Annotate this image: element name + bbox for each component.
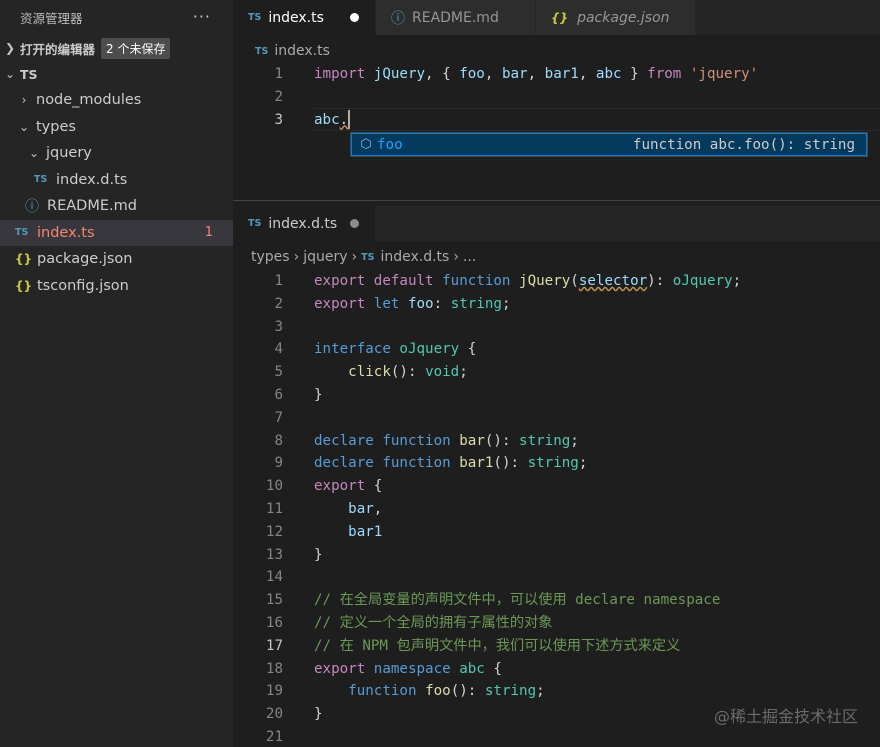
line-number: 2 [274, 295, 283, 312]
chevron-down-icon: ⌄ [28, 146, 40, 161]
text-cursor [348, 110, 351, 130]
typescript-file-icon: TS [361, 251, 375, 263]
tree-item-types[interactable]: ⌄ types [0, 114, 233, 141]
breadcrumb-item[interactable]: jquery [303, 249, 347, 265]
suggestion-label: foo [377, 136, 403, 153]
typescript-file-icon: TS [34, 174, 48, 186]
code-editor-top[interactable]: 1 import jQuery, { foo, bar, bar1, abc } … [233, 63, 880, 131]
line-number: 3 [274, 318, 283, 335]
editor-group-divider[interactable] [233, 200, 880, 201]
error-count-badge: 1 [204, 225, 213, 241]
line-number: 20 [265, 706, 283, 723]
tree-item-jquery[interactable]: ⌄ jquery [0, 140, 233, 167]
open-editors-label: 打开的编辑器 [20, 41, 96, 57]
breadcrumb: types › jquery › TS index.d.ts › ... [233, 246, 880, 268]
json-file-icon: {} [15, 278, 33, 293]
line-number: 18 [265, 660, 283, 677]
tab-label: index.ts [268, 9, 324, 26]
tree-item-label: index.ts [37, 224, 95, 241]
line-number: 21 [265, 728, 283, 745]
chevron-right-icon: › [293, 249, 300, 265]
tree-item-label: types [36, 118, 76, 135]
typescript-file-icon: TS [248, 218, 262, 229]
line-number: 17 [265, 637, 283, 654]
tree-item-label: package.json [37, 251, 133, 268]
info-file-icon: ⓘ [391, 10, 405, 27]
tree-item-package-json[interactable]: {} package.json [0, 246, 233, 273]
line-number: 4 [274, 341, 283, 358]
line-number: 6 [274, 386, 283, 403]
unsaved-dot-icon[interactable] [350, 13, 359, 22]
chevron-right-icon: › [351, 249, 358, 265]
tab-index-ts[interactable]: TS index.ts [233, 0, 376, 35]
chevron-right-icon: ❯ [4, 41, 16, 55]
tree-item-label: README.md [47, 198, 137, 215]
line-number: 8 [274, 432, 283, 449]
line-number: 3 [274, 111, 283, 128]
json-file-icon: {} [551, 10, 569, 25]
bottom-tab-bar: TS index.d.ts [233, 206, 880, 241]
typescript-file-icon: TS [255, 45, 269, 57]
tree-item-label: tsconfig.json [37, 277, 129, 294]
suggest-widget: ⬡ foo function abc.foo(): string [350, 132, 868, 157]
line-number: 14 [265, 569, 283, 586]
chevron-down-icon: ⌄ [4, 67, 16, 81]
cube-icon: ⬡ [360, 137, 372, 152]
breadcrumb-file[interactable]: index.ts [274, 43, 330, 59]
tree-item-node-modules[interactable]: › node_modules [0, 87, 233, 114]
line-number: 19 [265, 683, 283, 700]
root-folder-label: TS [20, 66, 38, 82]
tree-item-label: index.d.ts [56, 171, 128, 188]
line-number: 9 [274, 455, 283, 472]
unsaved-dot-icon[interactable] [350, 219, 359, 228]
explorer-sidebar: 资源管理器 ··· ❯ 打开的编辑器 2 个未保存 ⌄ TS › node_mo… [0, 0, 233, 747]
chevron-right-icon: › [21, 93, 27, 108]
line-number: 15 [265, 592, 283, 609]
tree-item-label: jquery [46, 145, 92, 162]
suggestion-detail: function abc.foo(): string [632, 136, 855, 153]
line-number: 11 [265, 500, 283, 517]
breadcrumb-item[interactable]: types [251, 249, 290, 265]
line-number: 16 [265, 614, 283, 631]
top-tab-bar: TS index.ts ⓘ README.md {} package.json [233, 0, 880, 35]
code-editor-bottom[interactable]: 1 export default function jQuery(selector… [233, 270, 880, 747]
line-number: 1 [274, 66, 283, 82]
breadcrumb-more[interactable]: ... [463, 249, 476, 265]
tab-label: index.d.ts [268, 215, 338, 232]
line-number: 7 [274, 409, 283, 426]
tree-item-tsconfig-json[interactable]: {} tsconfig.json [0, 273, 233, 300]
tree-item-readme[interactable]: ⓘ README.md [0, 193, 233, 220]
line-number: 1 [274, 273, 283, 289]
typescript-file-icon: TS [248, 12, 262, 23]
line-number: 2 [274, 88, 283, 105]
line-number: 12 [265, 523, 283, 540]
explorer-title: 资源管理器 [20, 11, 83, 26]
line-number: 10 [265, 478, 283, 495]
tab-label: package.json [577, 9, 670, 26]
open-editors-section[interactable]: ❯ 打开的编辑器 2 个未保存 [0, 35, 233, 61]
unsaved-badge: 2 个未保存 [101, 37, 171, 59]
line-number: 13 [265, 546, 283, 563]
tree-item-index-d-ts[interactable]: TS index.d.ts [0, 167, 233, 194]
line-number: 5 [274, 364, 283, 381]
watermark: @稀土掘金技术社区 [713, 707, 858, 726]
tree-item-index-ts[interactable]: TS index.ts 1 [0, 219, 233, 246]
chevron-right-icon: › [453, 249, 459, 265]
more-actions-icon[interactable]: ··· [193, 7, 211, 26]
tab-package-json[interactable]: {} package.json [536, 0, 696, 35]
tab-label: README.md [412, 9, 499, 26]
tree-item-label: node_modules [36, 92, 142, 109]
tab-readme[interactable]: ⓘ README.md [376, 0, 536, 35]
chevron-down-icon: ⌄ [18, 119, 30, 134]
tab-index-d-ts[interactable]: TS index.d.ts [233, 206, 376, 241]
breadcrumb: TS index.ts [233, 40, 880, 62]
suggestion-item-foo[interactable]: ⬡ foo function abc.foo(): string [351, 133, 867, 156]
typescript-file-icon: TS [15, 227, 29, 239]
info-file-icon: ⓘ [25, 199, 39, 216]
breadcrumb-file[interactable]: index.d.ts [380, 249, 449, 265]
explorer-header: 资源管理器 ··· [0, 0, 233, 35]
folder-section-ts[interactable]: ⌄ TS [0, 61, 233, 87]
json-file-icon: {} [15, 252, 33, 267]
